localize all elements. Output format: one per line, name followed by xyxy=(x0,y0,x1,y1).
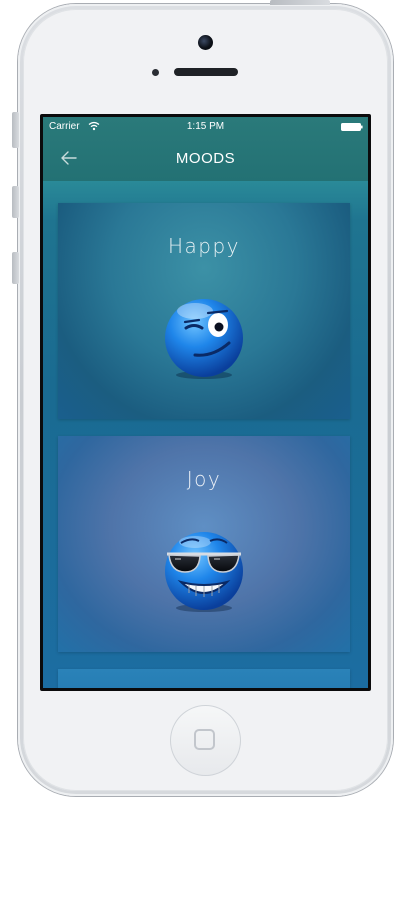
status-bar: Carrier 1:15 PM xyxy=(43,117,368,137)
status-time: 1:15 PM xyxy=(186,121,225,132)
sunglasses-smiley-icon xyxy=(165,532,243,612)
page-title: MOODS xyxy=(175,150,236,167)
mood-card-happy[interactable]: Happy xyxy=(58,203,350,419)
power-button xyxy=(270,0,330,5)
proximity-sensor xyxy=(152,69,159,76)
mute-switch xyxy=(12,112,19,148)
battery-icon xyxy=(341,123,363,131)
app-header: Carrier 1:15 PM MOODS xyxy=(43,117,368,181)
screen: Carrier 1:15 PM MOODS Happy Joy xyxy=(43,117,368,688)
moods-list: Happy Joy xyxy=(43,181,368,688)
home-button[interactable] xyxy=(170,705,241,776)
volume-down-button xyxy=(12,252,19,284)
mood-card-joy[interactable]: Joy xyxy=(58,436,350,652)
mood-label-happy: Happy xyxy=(167,234,241,258)
stage: Carrier 1:15 PM MOODS Happy Joy xyxy=(0,0,411,917)
volume-up-button xyxy=(12,186,19,218)
front-camera xyxy=(198,35,213,50)
earpiece-speaker xyxy=(174,68,238,76)
winking-smiley-icon xyxy=(165,299,243,379)
mood-card-next[interactable] xyxy=(58,669,350,688)
mood-label-joy: Joy xyxy=(186,467,222,491)
screen-frame: Carrier 1:15 PM MOODS Happy Joy xyxy=(40,114,371,691)
home-square-icon xyxy=(194,729,215,750)
